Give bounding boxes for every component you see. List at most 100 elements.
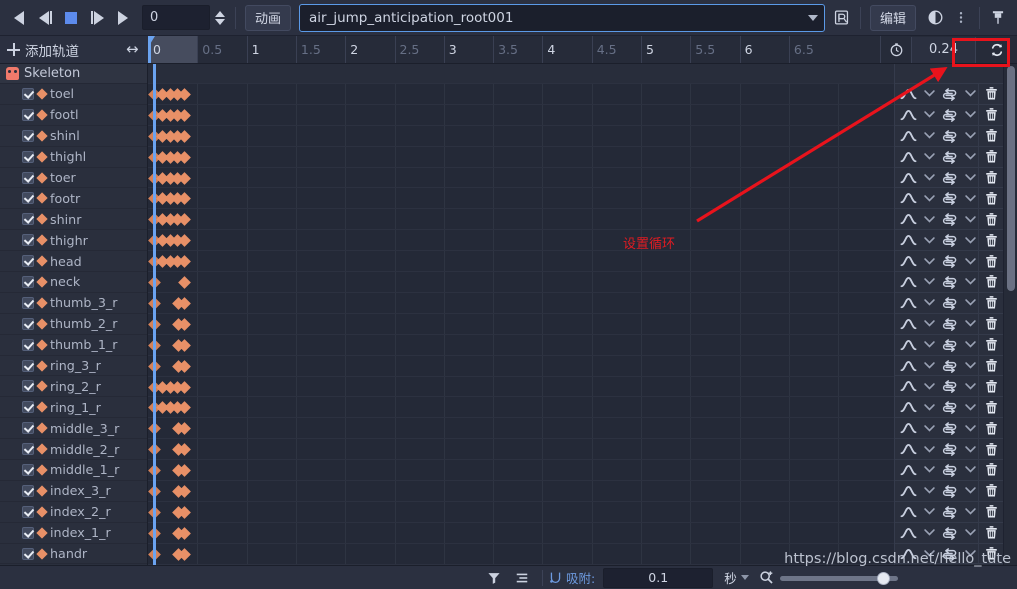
wrap-chevron-down-icon[interactable] <box>962 335 978 355</box>
wrap-chevron-down-icon[interactable] <box>962 397 978 417</box>
trash-icon[interactable] <box>978 480 1004 501</box>
trash-icon[interactable] <box>978 104 1004 125</box>
interpolation-chevron-down-icon[interactable] <box>921 272 937 292</box>
track-row-handr[interactable]: handr <box>0 544 147 565</box>
curve-interpolation-icon[interactable] <box>895 272 921 292</box>
track-row-thumb_3_r[interactable]: thumb_3_r <box>0 293 147 314</box>
pin-button[interactable] <box>985 5 1011 31</box>
grid-row[interactable] <box>148 439 894 461</box>
interpolation-chevron-down-icon[interactable] <box>921 397 937 417</box>
track-row-ring_2_r[interactable]: ring_2_r <box>0 376 147 398</box>
track-row-shinr[interactable]: shinr <box>0 209 147 231</box>
interpolation-chevron-down-icon[interactable] <box>921 376 937 396</box>
curve-interpolation-icon[interactable] <box>895 168 921 188</box>
loop-wrap-icon[interactable] <box>937 126 962 146</box>
track-row-neck[interactable]: neck <box>0 272 147 293</box>
zoom-slider-knob[interactable] <box>876 571 890 585</box>
loop-wrap-icon[interactable] <box>937 168 962 188</box>
step-forward-button[interactable] <box>84 5 110 31</box>
track-row-index_2_r[interactable]: index_2_r <box>0 502 147 523</box>
grid-row[interactable] <box>148 398 894 419</box>
track-row-thighr[interactable]: thighr <box>0 230 147 252</box>
interpolation-chevron-down-icon[interactable] <box>921 523 937 543</box>
grid-row[interactable] <box>148 189 894 210</box>
wrap-chevron-down-icon[interactable] <box>962 209 978 229</box>
trash-icon[interactable] <box>978 376 1004 397</box>
track-enabled-checkbox[interactable] <box>22 422 34 435</box>
loop-wrap-icon[interactable] <box>937 523 962 543</box>
loop-wrap-icon[interactable] <box>937 230 962 250</box>
trash-icon[interactable] <box>978 522 1004 543</box>
trash-icon[interactable] <box>978 439 1004 460</box>
more-options-button[interactable] <box>948 5 974 31</box>
curve-interpolation-icon[interactable] <box>895 523 921 543</box>
snap-toggle[interactable]: 吸附: <box>549 568 595 587</box>
grid-row[interactable] <box>148 544 894 565</box>
curve-interpolation-icon[interactable] <box>895 209 921 229</box>
loop-wrap-icon[interactable] <box>937 356 962 376</box>
curve-interpolation-icon[interactable] <box>895 84 921 104</box>
track-enabled-checkbox[interactable] <box>22 275 34 288</box>
timeline-ruler[interactable]: 0 0.5 1 1.5 2 2.5 3 3.5 4 4.5 5 5.5 6 6.5 <box>148 36 880 63</box>
loop-wrap-icon[interactable] <box>937 481 962 501</box>
loop-wrap-icon[interactable] <box>937 105 962 125</box>
vertical-scrollbar[interactable] <box>1003 64 1017 565</box>
wrap-chevron-down-icon[interactable] <box>962 502 978 522</box>
wrap-chevron-down-icon[interactable] <box>962 418 978 438</box>
playhead-line[interactable] <box>153 64 156 565</box>
curve-interpolation-icon[interactable] <box>895 105 921 125</box>
interpolation-chevron-down-icon[interactable] <box>921 314 937 334</box>
track-enabled-checkbox[interactable] <box>22 317 34 330</box>
interpolation-chevron-down-icon[interactable] <box>921 335 937 355</box>
grid-row[interactable] <box>148 377 894 398</box>
track-row-head[interactable]: head <box>0 251 147 273</box>
interpolation-chevron-down-icon[interactable] <box>921 84 937 104</box>
wrap-chevron-down-icon[interactable] <box>962 126 978 146</box>
loop-wrap-icon[interactable] <box>937 84 962 104</box>
wrap-chevron-down-icon[interactable] <box>962 314 978 334</box>
frame-spinner[interactable] <box>210 5 230 30</box>
interpolation-chevron-down-icon[interactable] <box>921 251 937 271</box>
loop-wrap-icon[interactable] <box>937 293 962 313</box>
track-row-thumb_2_r[interactable]: thumb_2_r <box>0 314 147 335</box>
interpolation-chevron-down-icon[interactable] <box>921 293 937 313</box>
save-animation-button[interactable] <box>829 5 855 31</box>
curve-interpolation-icon[interactable] <box>895 314 921 334</box>
vertical-scrollbar-thumb[interactable] <box>1007 66 1015 291</box>
track-row-footr[interactable]: footr <box>0 188 147 210</box>
trash-icon[interactable] <box>978 334 1004 355</box>
interpolation-chevron-down-icon[interactable] <box>921 209 937 229</box>
animation-menu-button[interactable]: 动画 <box>245 4 292 31</box>
trash-icon[interactable] <box>978 209 1004 230</box>
track-enabled-checkbox[interactable] <box>22 171 34 184</box>
trash-icon[interactable] <box>978 230 1004 251</box>
grid-row[interactable] <box>148 523 894 544</box>
chevron-down-icon[interactable] <box>807 14 818 21</box>
loop-wrap-icon[interactable] <box>937 251 962 271</box>
track-enabled-checkbox[interactable] <box>22 87 34 100</box>
grid-row[interactable] <box>148 293 894 314</box>
wrap-chevron-down-icon[interactable] <box>962 251 978 271</box>
grid-row[interactable] <box>148 126 894 147</box>
track-row-thumb_1_r[interactable]: thumb_1_r <box>0 335 147 356</box>
zoom-slider[interactable] <box>779 568 898 588</box>
trash-icon[interactable] <box>978 125 1004 146</box>
current-frame-input[interactable]: 0 <box>142 5 210 30</box>
trash-icon[interactable] <box>978 397 1004 418</box>
loop-wrap-icon[interactable] <box>937 314 962 334</box>
grid-row[interactable] <box>148 105 894 126</box>
loop-wrap-icon[interactable] <box>937 376 962 396</box>
spinner-up-icon[interactable] <box>215 10 225 17</box>
trash-icon[interactable] <box>978 146 1004 167</box>
loop-wrap-icon[interactable] <box>937 460 962 480</box>
track-row-toer[interactable]: toer <box>0 168 147 189</box>
track-row-ring_3_r[interactable]: ring_3_r <box>0 356 147 377</box>
trash-icon[interactable] <box>978 313 1004 334</box>
curve-interpolation-icon[interactable] <box>895 439 921 459</box>
trash-icon[interactable] <box>978 501 1004 522</box>
track-enabled-checkbox[interactable] <box>22 234 34 247</box>
wrap-chevron-down-icon[interactable] <box>962 168 978 188</box>
track-enabled-checkbox[interactable] <box>22 443 34 456</box>
loop-wrap-icon[interactable] <box>937 439 962 459</box>
track-enabled-checkbox[interactable] <box>22 150 34 163</box>
